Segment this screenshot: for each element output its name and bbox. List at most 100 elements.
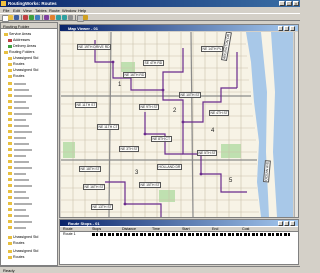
zoom-in-icon[interactable] [56,15,61,20]
folder-row[interactable] [1,195,57,200]
street-label: HOLLAND DR [157,164,182,170]
folder-icon [8,154,12,157]
folder-row[interactable] [1,105,57,110]
folder-row[interactable] [1,129,57,134]
folder-icon [8,256,12,259]
map-icon[interactable] [50,15,55,20]
column-header[interactable]: Distance [122,227,136,231]
minimize-button[interactable]: _ [279,1,285,6]
column-header[interactable]: Time [152,227,160,231]
stop-timeline [92,233,292,236]
map-maximize-button[interactable] [284,25,289,31]
folder-row[interactable] [1,201,57,206]
folder-label-placeholder [14,136,26,139]
folder-icon [8,160,12,163]
folder-label-placeholder [14,172,26,175]
folder-label-placeholder [14,100,26,103]
map-close-button[interactable] [290,25,295,31]
folder-label-placeholder [14,208,26,211]
folder-row[interactable] [1,177,57,182]
folder-row[interactable] [1,99,57,104]
tree-item[interactable]: Unassigned Std [1,56,57,61]
street-label: NE 19TH DRIVE RD [77,44,112,50]
folder-icon [8,172,12,175]
folder-row[interactable] [1,225,57,230]
folder-icon [8,112,12,115]
folder-icon [8,178,12,181]
folder-row[interactable] [1,111,57,116]
route-icon[interactable] [44,15,49,20]
folder-icon [8,196,12,199]
folder-row[interactable] [1,93,57,98]
info-icon[interactable] [83,15,88,20]
folder-icon [8,242,12,245]
folder-row[interactable] [1,123,57,128]
tree-item[interactable]: Unassigned Std [1,68,57,73]
street-label: NE 8TH CT [151,136,172,142]
region-number: 3 [135,170,139,176]
map-vertical-scrollbar[interactable] [294,32,298,217]
tree-item[interactable]: Routing Folders [1,50,57,55]
folder-row[interactable] [1,141,57,146]
column-header[interactable]: End [212,227,218,231]
folder-icon [8,236,12,239]
cut-icon[interactable] [23,15,28,20]
grid-close-button[interactable] [290,220,295,226]
park-area [221,144,241,158]
folder-row[interactable] [1,219,57,224]
folder-icon [8,106,12,109]
tree-item[interactable]: Routes [1,241,57,246]
folder-label-placeholder [14,226,26,229]
street-label: NE 14TH PL [201,46,224,52]
map-canvas[interactable]: 1 2 3 4 5 NE 19TH DRIVE RD SE 4TH RD NE … [61,32,293,217]
close-button[interactable]: × [293,1,299,6]
maximize-button[interactable]: □ [286,1,292,6]
column-header[interactable]: Stops [92,227,101,231]
folder-row[interactable] [1,165,57,170]
grid-minimize-button[interactable] [278,220,283,226]
folder-icon [8,88,12,91]
column-header[interactable]: Route [63,227,73,231]
folder-row[interactable] [1,159,57,164]
folder-row[interactable] [1,87,57,92]
folder-row[interactable] [1,207,57,212]
folder-row[interactable] [1,183,57,188]
folder-label-placeholder [14,196,29,199]
status-bar: Ready [0,266,300,273]
tree-item[interactable]: Routes [1,255,57,260]
map-minimize-button[interactable] [278,25,283,31]
folder-row[interactable] [1,81,57,86]
save-icon[interactable] [14,15,19,20]
folder-row[interactable] [1,213,57,218]
folder-icon [8,69,12,72]
tree-item[interactable]: Routes [1,62,57,67]
folder-row[interactable] [1,171,57,176]
tree-item[interactable]: Delivery Areas [1,44,57,49]
tree-item[interactable]: Routes [1,74,57,79]
tree-item[interactable]: Addresses [1,38,57,43]
copy-icon[interactable] [29,15,34,20]
folder-icon [8,166,12,169]
folder-row[interactable] [1,189,57,194]
column-header[interactable]: Cost [242,227,249,231]
map-window: Map Viewer - 01 1 2 3 4 5 NE 19TH DRIVE … [59,24,299,218]
paste-icon[interactable] [35,15,40,20]
pan-icon[interactable] [68,15,73,20]
street-label: NE 3TH ST [119,146,140,152]
grid-maximize-button[interactable] [284,220,289,226]
open-icon[interactable] [8,15,13,20]
folder-row[interactable] [1,153,57,158]
folder-row[interactable] [1,135,57,140]
tree-item[interactable]: Service Areas [1,32,57,37]
tree-item[interactable]: Unassigned Std [1,249,57,254]
folder-row[interactable] [1,117,57,122]
zoom-out-icon[interactable] [62,15,67,20]
street-label: NE 10TH ST [179,92,202,98]
street-label: NE 4TH ST [209,110,230,116]
table-row[interactable]: Route 1 [60,232,298,237]
tree-item[interactable]: Unassigned Std [1,235,57,240]
column-header[interactable]: Start [182,227,190,231]
folder-label-placeholder [14,130,32,133]
folder-icon [8,82,12,85]
folder-row[interactable] [1,147,57,152]
